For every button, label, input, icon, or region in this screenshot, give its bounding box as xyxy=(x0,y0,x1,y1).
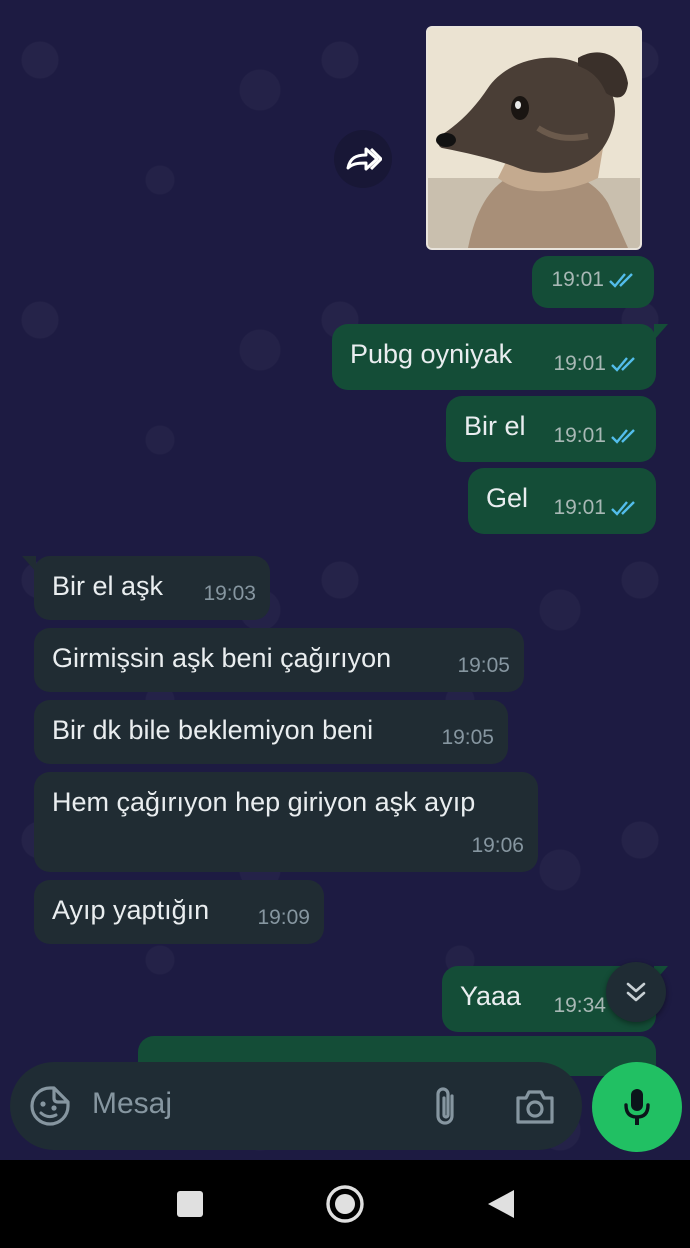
message-text: Girmişsin aşk beni çağırıyon xyxy=(52,643,392,673)
message-bubble-incoming[interactable]: Bir dk bile beklemiyon beni 19:05 xyxy=(34,700,508,764)
attach-button[interactable] xyxy=(430,1086,462,1128)
message-bubble-incoming[interactable]: Bir el aşk 19:03 xyxy=(22,556,270,620)
circle-icon xyxy=(326,1185,364,1223)
recents-button[interactable] xyxy=(176,1190,204,1223)
message-bubble-outgoing[interactable]: Bir el 19:01 xyxy=(446,396,656,462)
message-time: 19:01 xyxy=(553,352,606,375)
message-time: 19:05 xyxy=(457,654,510,677)
voice-message-button[interactable] xyxy=(592,1062,682,1152)
read-ticks-icon xyxy=(611,501,635,516)
message-text: Bir dk bile beklemiyon beni xyxy=(52,715,374,745)
back-triangle-icon xyxy=(488,1190,514,1218)
camera-icon xyxy=(516,1090,554,1124)
back-button[interactable] xyxy=(486,1188,516,1225)
message-composer[interactable]: Mesaj xyxy=(10,1062,582,1150)
scroll-to-bottom-button[interactable] xyxy=(606,962,666,1022)
message-time: 19:01 xyxy=(553,424,606,447)
mic-icon xyxy=(624,1089,650,1125)
message-bubble-incoming[interactable]: Ayıp yaptığın 19:09 xyxy=(34,880,324,944)
message-input[interactable]: Mesaj xyxy=(92,1087,172,1121)
message-text: Bir el xyxy=(464,411,526,441)
paperclip-icon xyxy=(436,1087,454,1125)
camera-button[interactable] xyxy=(514,1088,556,1126)
message-text: Yaaa xyxy=(460,981,522,1011)
message-bubble-incoming[interactable]: Hem çağırıyon hep giriyon aşk ayıp 19:06 xyxy=(34,772,538,872)
message-bubble-outgoing[interactable]: Gel 19:01 xyxy=(468,468,656,534)
message-text: Bir el aşk xyxy=(52,571,164,601)
message-text: Gel xyxy=(486,483,529,513)
chat-area[interactable]: 19:01 Pubg oyniyak 19:01 Bir el 19:01 Ge… xyxy=(0,0,690,1160)
message-time: 19:09 xyxy=(257,906,310,929)
forward-icon xyxy=(346,147,382,171)
read-ticks-icon xyxy=(611,357,635,372)
sticker-icon xyxy=(30,1086,70,1126)
message-text: Ayıp yaptığın xyxy=(52,895,210,925)
message-time: 19:01 xyxy=(551,268,604,291)
message-time: 19:06 xyxy=(471,834,524,857)
forward-button[interactable] xyxy=(334,130,392,188)
sticker-button[interactable] xyxy=(28,1084,72,1128)
home-button[interactable] xyxy=(325,1184,365,1229)
message-bubble-incoming[interactable]: Girmişsin aşk beni çağırıyon 19:05 xyxy=(34,628,524,692)
message-time: 19:03 xyxy=(203,582,256,605)
chevron-double-down-icon xyxy=(626,982,646,1002)
dog-photo[interactable] xyxy=(426,26,642,250)
message-text: Hem çağırıyon hep giriyon aşk ayıp xyxy=(52,787,476,817)
system-navigation-bar xyxy=(0,1160,690,1248)
message-text: Pubg oyniyak xyxy=(350,339,513,369)
message-time: 19:01 xyxy=(553,496,606,519)
square-icon xyxy=(177,1191,203,1217)
dog-image xyxy=(428,28,640,248)
image-message-meta: 19:01 xyxy=(532,256,654,308)
message-time: 19:34 xyxy=(553,994,606,1017)
message-bubble-outgoing[interactable]: Pubg oyniyak 19:01 xyxy=(332,324,668,390)
read-ticks-icon xyxy=(609,273,633,288)
read-ticks-icon xyxy=(611,429,635,444)
message-time: 19:05 xyxy=(441,726,494,749)
